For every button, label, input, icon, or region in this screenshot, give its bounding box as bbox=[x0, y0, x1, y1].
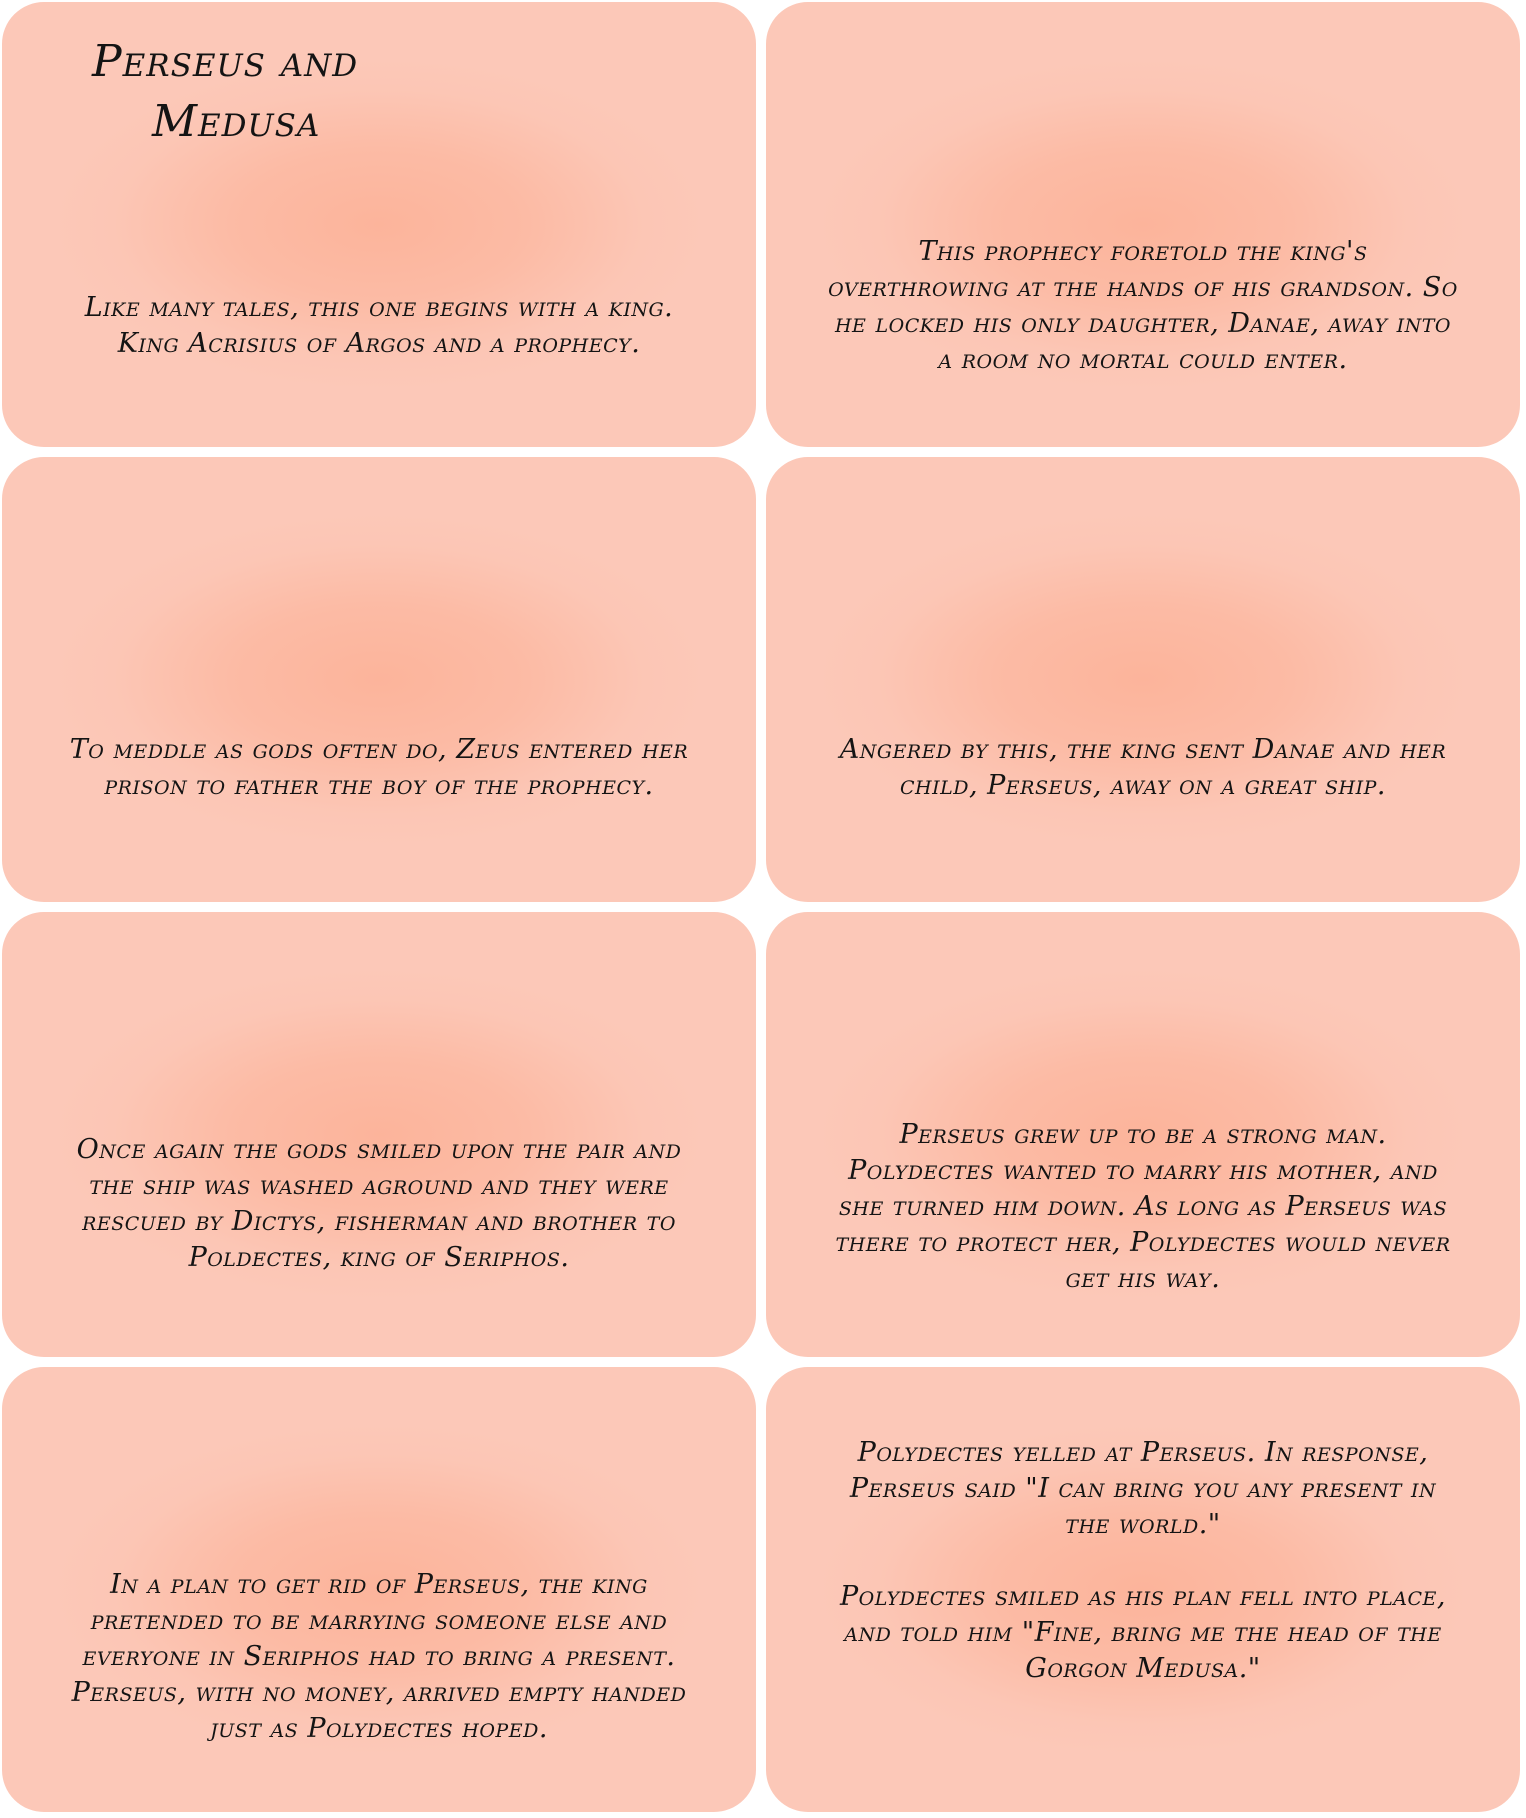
panel-text-7: In a plan to get rid of Perseus, the kin… bbox=[71, 1569, 687, 1744]
panel-text-3: To meddle as gods often do, Zeus entered… bbox=[69, 734, 689, 801]
title-line-2: Medusa bbox=[152, 96, 321, 147]
panel-text-1: Like many tales, this one begins with a … bbox=[84, 292, 674, 359]
story-panel-2: This prophecy foretold the king's overth… bbox=[764, 0, 1522, 449]
story-panel-8: Polydectes yelled at Perseus. In respons… bbox=[764, 1365, 1522, 1814]
story-panel-5: Once again the gods smiled upon the pair… bbox=[0, 910, 758, 1359]
panel-text-5: Once again the gods smiled upon the pair… bbox=[76, 1134, 682, 1273]
panel-text-2: This prophecy foretold the king's overth… bbox=[828, 236, 1458, 375]
title-line-1: Perseus and bbox=[92, 36, 359, 87]
panel-text-8: Polydectes yelled at Perseus. In respons… bbox=[839, 1437, 1447, 1684]
story-panel-1: Perseus and Medusa Like many tales, this… bbox=[0, 0, 758, 449]
story-panel-4: Angered by this, the king sent Danae and… bbox=[764, 455, 1522, 904]
story-panel-6: Perseus grew up to be a strong man. Poly… bbox=[764, 910, 1522, 1359]
panel-text-6: Perseus grew up to be a strong man. Poly… bbox=[835, 1119, 1451, 1294]
panel-text-4: Angered by this, the king sent Danae and… bbox=[839, 734, 1447, 801]
storyboard-page: Perseus and Medusa Like many tales, this… bbox=[0, 0, 1526, 1818]
story-panel-3: To meddle as gods often do, Zeus entered… bbox=[0, 455, 758, 904]
page-title: Perseus and Medusa bbox=[92, 32, 358, 152]
story-panel-7: In a plan to get rid of Perseus, the kin… bbox=[0, 1365, 758, 1814]
